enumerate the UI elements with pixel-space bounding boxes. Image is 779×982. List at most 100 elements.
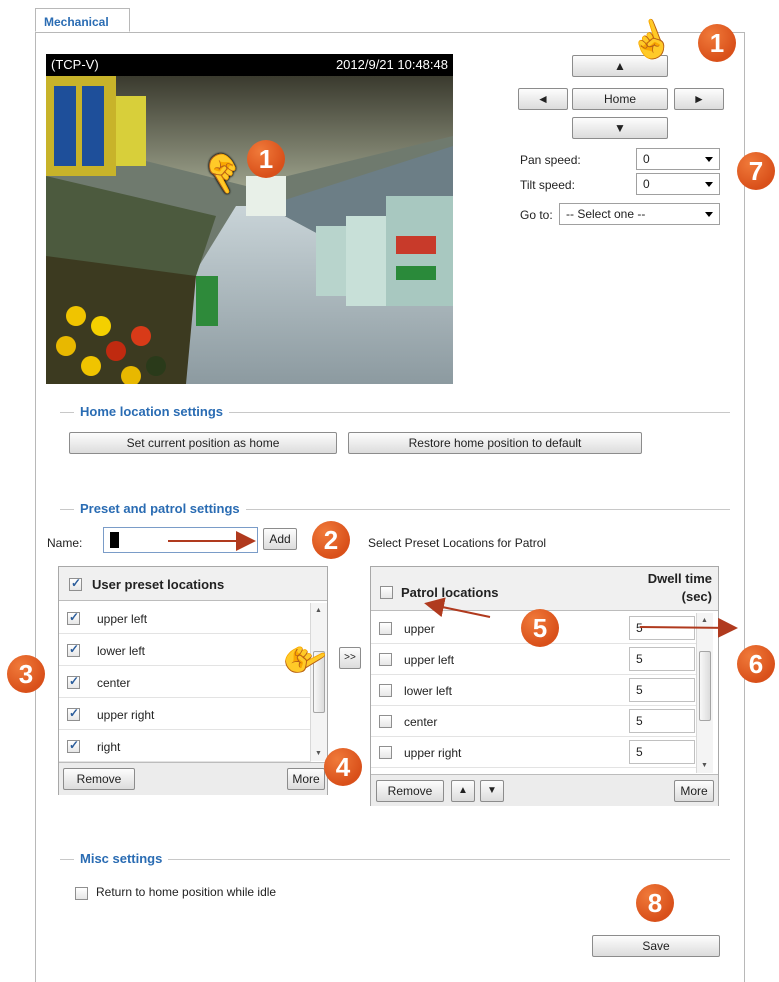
callout-badge: 6 bbox=[737, 645, 775, 683]
home-section-title: Home location settings bbox=[74, 404, 230, 419]
scroll-up-icon[interactable]: ▲ bbox=[315, 607, 322, 614]
preset-checkbox[interactable] bbox=[67, 642, 80, 657]
list-item[interactable]: upper right bbox=[59, 699, 311, 730]
scroll-thumb[interactable] bbox=[699, 651, 711, 721]
preset-section-title: Preset and patrol settings bbox=[74, 501, 246, 516]
table-row[interactable]: center 5 bbox=[371, 706, 701, 737]
preset-name-input[interactable] bbox=[103, 527, 258, 553]
tilt-down-button[interactable]: ▼ bbox=[572, 117, 668, 139]
preset-checkbox[interactable] bbox=[67, 674, 80, 689]
dwell-time-input[interactable]: 5 bbox=[629, 647, 695, 671]
tab-mechanical[interactable]: Mechanical bbox=[35, 8, 130, 32]
patrol-caption: Select Preset Locations for Patrol bbox=[368, 536, 547, 550]
callout-badge: 3 bbox=[7, 655, 45, 693]
pan-speed-select[interactable]: 0 bbox=[636, 148, 720, 170]
table-row[interactable]: upper left 5 bbox=[371, 644, 701, 675]
video-caption-bar: (TCP-V) 2012/9/21 10:48:48 bbox=[46, 54, 453, 76]
preset-checkbox[interactable] bbox=[67, 738, 80, 753]
move-down-button[interactable]: ▼ bbox=[480, 780, 504, 802]
callout-badge: 5 bbox=[521, 609, 559, 647]
patrol-label: lower left bbox=[404, 684, 453, 698]
dwell-time-input[interactable]: 5 bbox=[629, 740, 695, 764]
dwell-time-input[interactable]: 5 bbox=[629, 709, 695, 733]
list-item[interactable]: right bbox=[59, 731, 311, 762]
chevron-down-icon bbox=[705, 212, 713, 217]
patrol-panel: Patrol locations Dwell time (sec) upper 5… bbox=[370, 566, 719, 806]
preset-checkbox[interactable] bbox=[67, 706, 80, 721]
remove-patrol-button[interactable]: Remove bbox=[376, 780, 444, 802]
select-all-presets-checkbox[interactable] bbox=[69, 576, 82, 591]
patrol-scrollbar[interactable]: ▲ ▼ bbox=[696, 613, 713, 773]
pan-right-button[interactable]: ► bbox=[674, 88, 724, 110]
pan-speed-value: 0 bbox=[643, 152, 650, 166]
list-item[interactable]: lower left bbox=[59, 635, 311, 666]
select-all-patrol-checkbox[interactable] bbox=[380, 586, 393, 599]
callout-badge: 4 bbox=[324, 748, 362, 786]
patrol-label: upper bbox=[404, 622, 435, 636]
restore-home-button[interactable]: Restore home position to default bbox=[348, 432, 642, 454]
table-row[interactable]: lower left 5 bbox=[371, 675, 701, 706]
patrol-checkbox[interactable] bbox=[379, 622, 392, 635]
user-preset-footer: Remove More bbox=[59, 762, 327, 795]
remove-preset-button[interactable]: Remove bbox=[63, 768, 135, 790]
patrol-header: Patrol locations Dwell time (sec) bbox=[371, 567, 718, 611]
more-presets-button[interactable]: More bbox=[287, 768, 325, 790]
goto-preset-select[interactable]: -- Select one -- bbox=[559, 203, 720, 225]
callout-badge: 2 bbox=[312, 521, 350, 559]
user-preset-scrollbar[interactable]: ▲ ▼ bbox=[310, 603, 327, 761]
patrol-checkbox[interactable] bbox=[379, 746, 392, 759]
callout-badge: 8 bbox=[636, 884, 674, 922]
pan-speed-label: Pan speed: bbox=[520, 153, 581, 167]
preset-label: lower left bbox=[97, 644, 146, 658]
pan-left-button[interactable]: ◄ bbox=[518, 88, 568, 110]
stream-protocol: (TCP-V) bbox=[51, 57, 99, 72]
callout-badge: 7 bbox=[737, 152, 775, 190]
dwell-time-input[interactable]: 5 bbox=[629, 616, 695, 640]
patrol-checkbox[interactable] bbox=[379, 653, 392, 666]
return-home-idle-label: Return to home position while idle bbox=[96, 885, 277, 899]
add-preset-button[interactable]: Add bbox=[263, 528, 297, 550]
list-item[interactable]: upper left bbox=[59, 603, 311, 634]
preset-label: upper left bbox=[97, 612, 148, 626]
scroll-up-icon[interactable]: ▲ bbox=[701, 617, 708, 624]
add-to-patrol-button[interactable]: >> bbox=[339, 647, 361, 669]
list-item[interactable]: center bbox=[59, 667, 311, 698]
preset-checkbox[interactable] bbox=[67, 610, 80, 625]
patrol-label: upper left bbox=[404, 653, 455, 667]
callout-badge: 1 bbox=[247, 140, 285, 178]
tilt-speed-value: 0 bbox=[643, 177, 650, 191]
scroll-down-icon[interactable]: ▼ bbox=[315, 750, 322, 757]
preset-label: center bbox=[97, 676, 131, 690]
home-button[interactable]: Home bbox=[572, 88, 668, 110]
tilt-speed-label: Tilt speed: bbox=[520, 178, 575, 192]
user-preset-list: upper left lower left center upper right… bbox=[59, 603, 311, 762]
patrol-header-label: Patrol locations bbox=[401, 585, 499, 600]
save-button[interactable]: Save bbox=[592, 935, 720, 957]
dwell-time-input[interactable]: 5 bbox=[629, 678, 695, 702]
patrol-label: center bbox=[404, 715, 438, 729]
user-preset-panel: User preset locations upper left lower l… bbox=[58, 566, 328, 795]
scroll-down-icon[interactable]: ▼ bbox=[701, 762, 708, 769]
preset-label: upper right bbox=[97, 708, 155, 722]
user-preset-header: User preset locations bbox=[59, 567, 327, 601]
chevron-down-icon bbox=[705, 157, 713, 162]
live-video-view[interactable]: (TCP-V) 2012/9/21 10:48:48 bbox=[46, 54, 453, 384]
set-home-button[interactable]: Set current position as home bbox=[69, 432, 337, 454]
patrol-checkbox[interactable] bbox=[379, 715, 392, 728]
table-row[interactable]: upper right 5 bbox=[371, 737, 701, 768]
text-cursor bbox=[110, 532, 119, 548]
tilt-speed-select[interactable]: 0 bbox=[636, 173, 720, 195]
more-patrol-button[interactable]: More bbox=[674, 780, 714, 802]
supermarket-aisle-image bbox=[46, 76, 453, 384]
goto-value: -- Select one -- bbox=[566, 207, 646, 221]
dwell-unit-header: (sec) bbox=[681, 589, 712, 604]
preset-label: right bbox=[97, 740, 121, 754]
patrol-label: upper right bbox=[404, 746, 462, 760]
move-up-button[interactable]: ▲ bbox=[451, 780, 475, 802]
goto-label: Go to: bbox=[520, 208, 553, 222]
callout-badge: 1 bbox=[698, 24, 736, 62]
return-home-idle-checkbox[interactable] bbox=[75, 887, 88, 900]
user-preset-header-label: User preset locations bbox=[92, 577, 225, 592]
patrol-checkbox[interactable] bbox=[379, 684, 392, 697]
chevron-down-icon bbox=[705, 182, 713, 187]
